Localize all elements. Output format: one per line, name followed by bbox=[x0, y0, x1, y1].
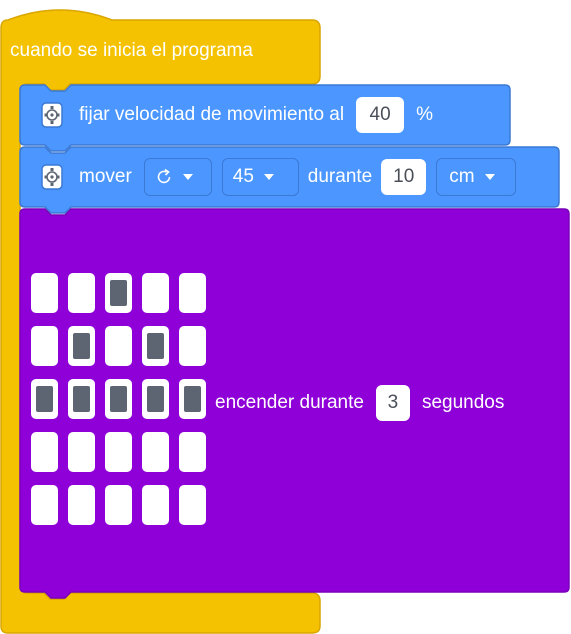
move-during-label: durante bbox=[307, 166, 373, 187]
matrix-pixel-r1-c3[interactable] bbox=[105, 273, 132, 313]
matrix-pixel-r2-c5[interactable] bbox=[179, 326, 206, 366]
matrix-pixel-r3-c2[interactable] bbox=[68, 379, 95, 419]
move-block-label: mover bbox=[79, 166, 132, 187]
chevron-down-icon bbox=[263, 174, 274, 180]
chevron-down-icon bbox=[182, 174, 193, 180]
matrix-pixel-r5-c2[interactable] bbox=[68, 485, 95, 525]
lit-pixel bbox=[147, 386, 164, 412]
matrix-pixel-r3-c4[interactable] bbox=[142, 379, 169, 419]
matrix-pixel-r1-c1[interactable] bbox=[31, 273, 58, 313]
lit-pixel bbox=[110, 280, 127, 306]
matrix-pixel-r1-c2[interactable] bbox=[68, 273, 95, 313]
motor-pair-icon bbox=[41, 164, 63, 190]
matrix-pixel-r2-c3[interactable] bbox=[105, 326, 132, 366]
lit-pixel bbox=[110, 386, 127, 412]
event-block-label: cuando se inicia el programa bbox=[10, 40, 253, 61]
direction-dropdown[interactable] bbox=[143, 158, 212, 196]
matrix-pixel-r1-c5[interactable] bbox=[179, 273, 206, 313]
motor-pair-icon bbox=[41, 102, 63, 128]
matrix-pixel-r3-c1[interactable] bbox=[31, 379, 58, 419]
matrix-pixel-r5-c3[interactable] bbox=[105, 485, 132, 525]
angle-value: 45 bbox=[232, 166, 254, 187]
matrix-pixel-r4-c4[interactable] bbox=[142, 432, 169, 472]
matrix-pixel-r4-c2[interactable] bbox=[68, 432, 95, 472]
angle-dropdown[interactable]: 45 bbox=[221, 158, 299, 196]
seconds-input[interactable]: 3 bbox=[375, 385, 410, 421]
chevron-down-icon bbox=[484, 174, 495, 180]
speed-unit-label: % bbox=[416, 104, 433, 125]
set-movement-speed-block[interactable]: fijar velocidad de movimiento al 40 % bbox=[19, 84, 511, 152]
matrix-pixel-r3-c3[interactable] bbox=[105, 379, 132, 419]
light-duration-label: encender durante bbox=[215, 392, 364, 413]
matrix-pixel-r4-c1[interactable] bbox=[31, 432, 58, 472]
matrix-pixel-r2-c4[interactable] bbox=[142, 326, 169, 366]
matrix-pixel-r2-c2[interactable] bbox=[68, 326, 95, 366]
lit-pixel bbox=[73, 333, 90, 359]
unit-value: cm bbox=[449, 166, 475, 187]
lit-pixel bbox=[184, 386, 201, 412]
speed-block-label: fijar velocidad de movimiento al bbox=[79, 104, 345, 125]
rotate-clockwise-icon bbox=[157, 168, 171, 184]
lit-pixel bbox=[147, 333, 164, 359]
distance-input[interactable]: 10 bbox=[381, 159, 427, 195]
lit-pixel bbox=[73, 386, 90, 412]
speed-value-input[interactable]: 40 bbox=[356, 97, 405, 133]
move-block[interactable]: mover 45 durante 10 cm bbox=[19, 146, 560, 214]
matrix-pixel-r4-c3[interactable] bbox=[105, 432, 132, 472]
matrix-pixel-r3-c5[interactable] bbox=[179, 379, 206, 419]
matrix-pixel-r4-c5[interactable] bbox=[179, 432, 206, 472]
seconds-unit-label: segundos bbox=[421, 392, 505, 413]
unit-dropdown[interactable]: cm bbox=[436, 158, 517, 196]
matrix-pixel-r5-c4[interactable] bbox=[142, 485, 169, 525]
matrix-pixel-r2-c1[interactable] bbox=[31, 326, 58, 366]
matrix-pixel-r5-c5[interactable] bbox=[179, 485, 206, 525]
lit-pixel bbox=[36, 386, 53, 412]
matrix-pixel-r5-c1[interactable] bbox=[31, 485, 58, 525]
matrix-pixel-r1-c4[interactable] bbox=[142, 273, 169, 313]
